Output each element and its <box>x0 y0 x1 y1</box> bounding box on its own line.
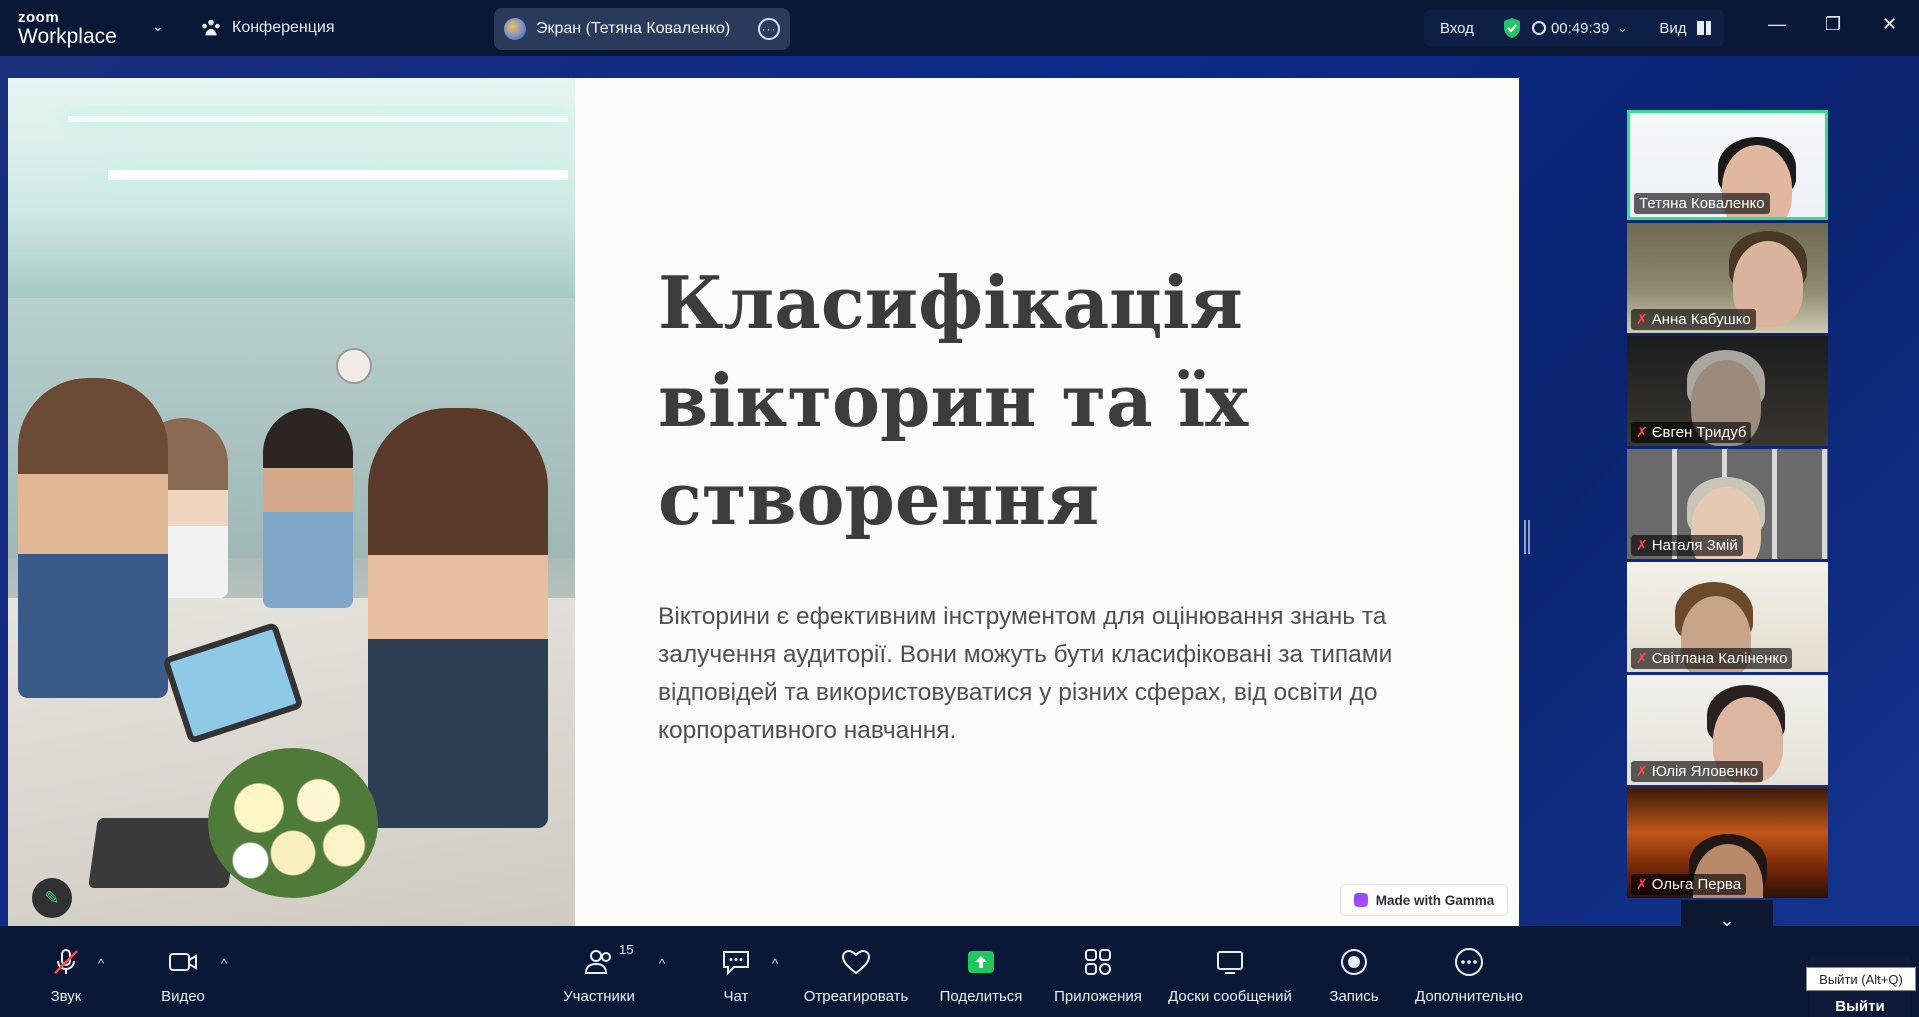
audio-label: Звук <box>50 988 82 1005</box>
participant-tile[interactable]: ✗ Євген Тридуб <box>1627 336 1828 446</box>
slide-title: Класифікація вікторин та їх створення <box>658 260 1249 541</box>
participant-tile[interactable]: ✗ Ольга Перва <box>1627 788 1828 898</box>
chevron-down-icon[interactable]: ⌄ <box>152 18 164 35</box>
video-options-caret-icon[interactable]: ^ <box>221 956 227 971</box>
share-screen-icon <box>968 951 994 973</box>
mic-muted-icon: ✗ <box>1636 763 1648 779</box>
chat-button[interactable]: Чат <box>712 926 760 1017</box>
more-options-icon <box>1455 948 1483 976</box>
view-layout-icon[interactable] <box>1696 21 1711 35</box>
annotate-pen-icon[interactable]: ✎ <box>32 878 72 918</box>
participant-tile[interactable]: ✗ Наталя Змій <box>1627 449 1828 559</box>
record-icon <box>1341 949 1367 975</box>
apps-icon <box>1085 949 1111 975</box>
record-button[interactable]: Запись <box>1318 926 1390 1017</box>
mic-muted-icon: ✗ <box>1636 311 1648 327</box>
mic-muted-icon <box>54 949 78 974</box>
mic-muted-icon: ✗ <box>1636 650 1648 666</box>
more-label: Дополнительно <box>1415 988 1523 1005</box>
participant-name: ✗ Світлана Каліненко <box>1631 648 1793 669</box>
view-button[interactable]: Вид <box>1659 20 1686 37</box>
chat-label: Чат <box>723 988 749 1005</box>
status-group: Вход 00:49:39 ⌄ Вид <box>1424 10 1724 46</box>
more-button[interactable]: Дополнительно <box>1408 926 1530 1017</box>
react-button[interactable]: Отреагировать <box>800 926 912 1017</box>
audio-button[interactable]: Звук <box>40 926 92 1017</box>
participant-name: Тетяна Коваленко <box>1634 193 1770 214</box>
apps-button[interactable]: Приложения <box>1050 926 1146 1017</box>
screen-share-label: Экран (Тетяна Коваленко) <box>536 20 731 37</box>
video-button[interactable]: Видео <box>157 926 209 1017</box>
more-options-icon[interactable]: ··· <box>758 18 780 40</box>
logo-zoom-text: zoom <box>18 9 60 26</box>
restore-icon[interactable]: ❐ <box>1825 14 1841 35</box>
minimize-icon[interactable]: — <box>1768 14 1786 35</box>
participant-name: ✗ Наталя Змій <box>1631 535 1743 556</box>
participants-label: Участники <box>563 988 635 1005</box>
record-label: Запись <box>1329 988 1379 1005</box>
participants-options-caret-icon[interactable]: ^ <box>659 956 665 971</box>
participants-icon <box>584 950 611 974</box>
share-button[interactable]: Поделиться <box>936 926 1026 1017</box>
whiteboard-icon <box>1217 951 1243 974</box>
participant-tile[interactable]: ✗ Анна Кабушко <box>1627 223 1828 333</box>
chat-options-caret-icon[interactable]: ^ <box>772 956 778 971</box>
participant-name: ✗ Ольга Перва <box>1631 874 1747 895</box>
mic-muted-icon: ✗ <box>1636 424 1648 440</box>
participant-tile[interactable]: ✗ Юлія Яловенко <box>1627 675 1828 785</box>
signin-button[interactable]: Вход <box>1440 20 1474 37</box>
whiteboards-button[interactable]: Доски сообщений <box>1160 926 1300 1017</box>
conference-button[interactable]: Конференция <box>200 14 335 42</box>
top-bar: zoom Workplace ⌄ Конференция Экран (Тетя… <box>0 0 1919 56</box>
share-label: Поделиться <box>939 988 1023 1005</box>
gamma-badge-label: Made with Gamma <box>1375 892 1495 908</box>
video-label: Видео <box>161 988 205 1005</box>
screen-share-pill[interactable]: Экран (Тетяна Коваленко) ··· <box>494 8 790 50</box>
gamma-logo-icon <box>1353 893 1368 907</box>
mic-muted-icon: ✗ <box>1636 537 1648 553</box>
video-camera-icon <box>169 953 197 971</box>
apps-label: Приложения <box>1054 988 1142 1005</box>
heart-icon <box>841 949 871 975</box>
close-icon[interactable]: ✕ <box>1882 14 1897 35</box>
slide-body: Вікторини є ефективним інструментом для … <box>658 603 1393 744</box>
participants-icon <box>202 19 220 36</box>
shield-check-icon[interactable] <box>1502 17 1522 39</box>
audio-options-caret-icon[interactable]: ^ <box>98 956 104 971</box>
participant-tile[interactable]: Тетяна Коваленко <box>1627 110 1828 220</box>
leave-label: Выйти <box>1835 998 1885 1015</box>
clock-icon <box>1531 21 1546 35</box>
conference-label: Конференция <box>232 19 335 36</box>
participant-name: ✗ Анна Кабушко <box>1631 309 1756 330</box>
logo-workplace-text: Workplace <box>18 25 117 48</box>
bottom-toolbar: Звук ^ Видео ^ Участники 15 ^ Чат ^ Отре… <box>0 926 1919 1017</box>
meeting-timer[interactable]: 00:49:39 <box>1551 20 1609 37</box>
leave-tooltip: Выйти (Alt+Q) <box>1806 967 1916 991</box>
participant-tile[interactable]: ✗ Світлана Каліненко <box>1627 562 1828 672</box>
mic-muted-icon: ✗ <box>1636 876 1648 892</box>
whiteboards-label: Доски сообщений <box>1168 988 1292 1005</box>
participant-name: ✗ Євген Тридуб <box>1631 422 1752 443</box>
shared-slide: ✎ Класифікація вікторин та їх створення … <box>8 78 1519 928</box>
made-with-gamma-badge[interactable]: Made with Gamma <box>1340 884 1508 916</box>
participant-name: ✗ Юлія Яловенко <box>1631 761 1764 782</box>
resize-handle[interactable] <box>1524 520 1530 554</box>
presenter-avatar <box>504 18 526 40</box>
participants-count: 15 <box>619 942 634 957</box>
chat-bubble-icon <box>723 951 749 976</box>
chevron-down-icon[interactable]: ⌄ <box>1617 21 1627 35</box>
zoom-logo[interactable]: zoom Workplace <box>18 10 117 47</box>
participants-button[interactable]: Участники <box>556 926 642 1017</box>
react-label: Отреагировать <box>803 988 909 1005</box>
slide-photo <box>8 78 575 928</box>
